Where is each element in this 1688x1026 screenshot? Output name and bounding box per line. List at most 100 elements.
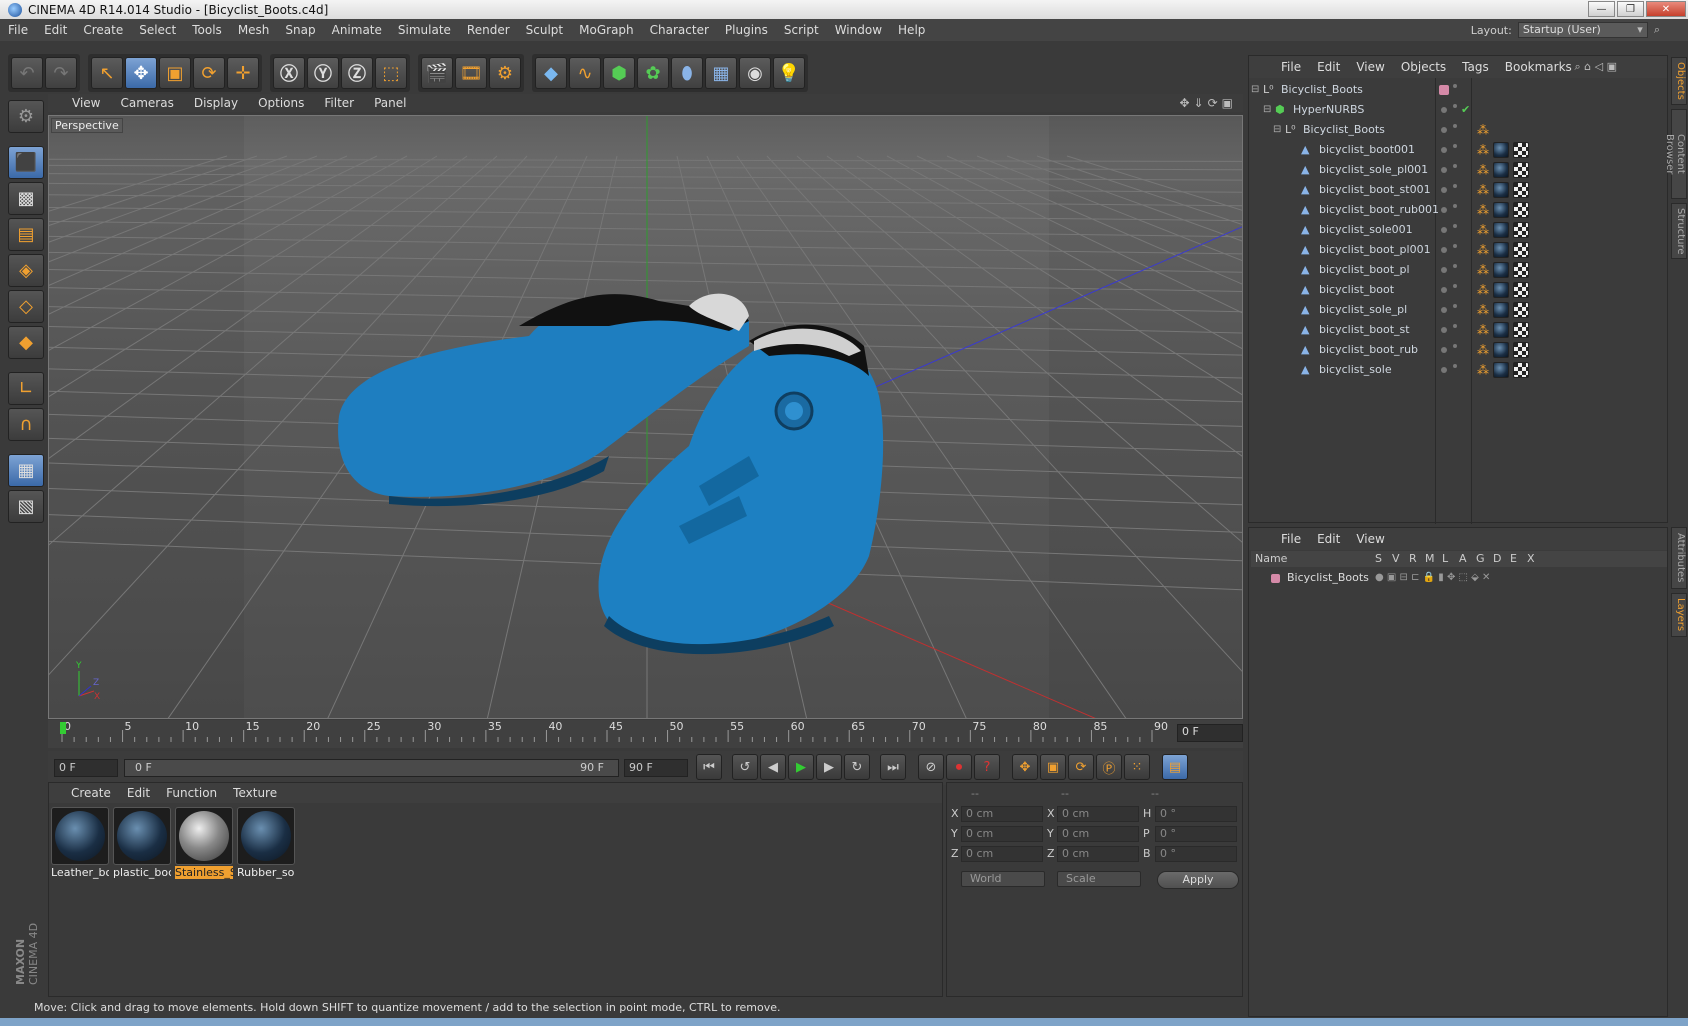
object-row[interactable]: ▲ bicyclist_boot ⁂: [1249, 280, 1667, 300]
object-name[interactable]: bicyclist_sole001: [1319, 220, 1413, 240]
viewport-menu-display[interactable]: Display: [184, 96, 248, 110]
prev-frame-icon[interactable]: ◀: [760, 754, 786, 780]
layer-row[interactable]: Bicyclist_Boots ● ▣ ⊟ ⊏ 🔒 ▮ ✥ ⬚ ⬙ ✕: [1249, 568, 1667, 588]
next-frame-icon[interactable]: ▶: [816, 754, 842, 780]
phong-tag-icon[interactable]: ⁂: [1475, 202, 1491, 218]
editor-visibility-dot[interactable]: [1441, 307, 1447, 313]
phong-tag-icon[interactable]: ⁂: [1475, 342, 1491, 358]
rotate-tool-icon[interactable]: ⟳: [193, 57, 225, 89]
prev-key-icon[interactable]: ↺: [732, 754, 758, 780]
object-name[interactable]: bicyclist_boot_st: [1319, 320, 1410, 340]
apply-button[interactable]: Apply: [1157, 871, 1239, 889]
object-row[interactable]: ⬢ ⊟ HyperNURBS ✔: [1249, 100, 1667, 120]
render-visibility-dot[interactable]: [1453, 304, 1457, 308]
goto-end-icon[interactable]: ⏭: [880, 754, 906, 780]
scale-tool-icon[interactable]: ▣: [159, 57, 191, 89]
end-frame-field[interactable]: 90 F: [624, 759, 688, 777]
phong-tag-icon[interactable]: ⁂: [1475, 182, 1491, 198]
move-tool-icon[interactable]: ✥: [125, 57, 157, 89]
editor-visibility-dot[interactable]: [1441, 207, 1447, 213]
enabled-check-icon[interactable]: ✔: [1461, 100, 1470, 120]
uvw-tag-icon[interactable]: [1513, 282, 1529, 298]
deformer-icon[interactable]: ⬮: [671, 57, 703, 89]
undo-icon[interactable]: ↶: [11, 57, 43, 89]
render-visibility-dot[interactable]: [1453, 204, 1457, 208]
tab-structure[interactable]: Structure: [1671, 203, 1687, 259]
viewport-menu-view[interactable]: View: [62, 96, 110, 110]
object-row[interactable]: ▲ bicyclist_boot_st ⁂: [1249, 320, 1667, 340]
layout-select[interactable]: Startup (User): [1517, 22, 1648, 38]
layer-flags-icons[interactable]: ● ▣ ⊟ ⊏ 🔒 ▮ ✥ ⬚ ⬙ ✕: [1375, 568, 1490, 588]
render-visibility-dot[interactable]: [1453, 124, 1457, 128]
timeline-ruler[interactable]: 0 5 10 15 20 25 30 35 40 45 50 55 60 65 70 75 80 85 90 0 F: [48, 720, 1243, 748]
position-x-field[interactable]: 0 cm: [961, 806, 1043, 822]
objects-menu-bookmarks[interactable]: Bookmarks: [1497, 60, 1580, 74]
object-row[interactable]: ▲ bicyclist_sole_pl ⁂: [1249, 300, 1667, 320]
make-editable-icon[interactable]: ⚙: [8, 100, 44, 133]
editor-visibility-dot[interactable]: [1441, 327, 1447, 333]
menu-create[interactable]: Create: [75, 23, 131, 37]
viewport-menu-options[interactable]: Options: [248, 96, 314, 110]
object-name[interactable]: Bicyclist_Boots: [1303, 120, 1385, 140]
menu-script[interactable]: Script: [776, 23, 827, 37]
menu-window[interactable]: Window: [827, 23, 890, 37]
render-visibility-dot[interactable]: [1453, 224, 1457, 228]
object-name[interactable]: bicyclist_boot_pl001: [1319, 240, 1431, 260]
last-tool-icon[interactable]: ✛: [227, 57, 259, 89]
polygons-mode-icon[interactable]: ◆: [8, 326, 44, 359]
phong-tag-icon[interactable]: ⁂: [1475, 162, 1491, 178]
uvw-tag-icon[interactable]: [1513, 362, 1529, 378]
spline-icon[interactable]: ∿: [569, 57, 601, 89]
material-tag-icon[interactable]: [1493, 302, 1509, 318]
objects-search-icon[interactable]: ⌕ ⌂ ◁ ▣: [1575, 60, 1618, 74]
material-tag-icon[interactable]: [1493, 342, 1509, 358]
material-swatch[interactable]: Leather_bo: [51, 807, 111, 881]
render-visibility-dot[interactable]: [1453, 344, 1457, 348]
material-tag-icon[interactable]: [1493, 142, 1509, 158]
tab-attributes[interactable]: Attributes: [1671, 527, 1687, 589]
editor-visibility-dot[interactable]: [1441, 147, 1447, 153]
position-y-field[interactable]: 0 cm: [961, 826, 1043, 842]
key-pla-icon[interactable]: ⁙: [1124, 754, 1150, 780]
object-row[interactable]: ▲ bicyclist_sole ⁂: [1249, 360, 1667, 380]
menu-help[interactable]: Help: [890, 23, 933, 37]
start-frame-field[interactable]: 0 F: [54, 759, 118, 777]
current-frame-field[interactable]: 0 F: [1177, 724, 1243, 742]
cube-primitive-icon[interactable]: ◆: [535, 57, 567, 89]
phong-tag-icon[interactable]: ⁂: [1475, 222, 1491, 238]
object-row[interactable]: ▲ bicyclist_boot001 ⁂: [1249, 140, 1667, 160]
uvw-tag-icon[interactable]: [1513, 222, 1529, 238]
uvw-tag-icon[interactable]: [1513, 162, 1529, 178]
object-name[interactable]: bicyclist_boot_rub: [1319, 340, 1418, 360]
render-visibility-dot[interactable]: [1453, 324, 1457, 328]
record-keys-icon[interactable]: ⊘: [918, 754, 944, 780]
phong-tag-icon[interactable]: ⁂: [1475, 262, 1491, 278]
material-tag-icon[interactable]: [1493, 242, 1509, 258]
model-mode-icon[interactable]: ⬛: [8, 146, 44, 179]
uvw-tag-icon[interactable]: [1513, 202, 1529, 218]
render-visibility-dot[interactable]: [1453, 84, 1457, 88]
play-icon[interactable]: ▶: [788, 754, 814, 780]
x-axis-lock-icon[interactable]: Ⓧ: [273, 57, 305, 89]
uvw-tag-icon[interactable]: [1513, 262, 1529, 278]
menu-simulate[interactable]: Simulate: [390, 23, 459, 37]
grid-snap-icon[interactable]: ▧: [8, 490, 44, 523]
key-parameter-icon[interactable]: Ⓟ: [1096, 754, 1122, 780]
keyframe-selection-icon[interactable]: ?: [974, 754, 1000, 780]
material-tag-icon[interactable]: [1493, 262, 1509, 278]
y-axis-lock-icon[interactable]: Ⓨ: [307, 57, 339, 89]
render-visibility-dot[interactable]: [1453, 144, 1457, 148]
rotation-b-field[interactable]: 0 °: [1155, 846, 1237, 862]
layers-menu-view[interactable]: View: [1348, 532, 1392, 546]
menu-render[interactable]: Render: [459, 23, 518, 37]
restore-button[interactable]: ❐: [1617, 1, 1644, 17]
object-name[interactable]: bicyclist_boot_rub001: [1319, 200, 1439, 220]
editor-visibility-dot[interactable]: [1441, 167, 1447, 173]
redo-icon[interactable]: ↷: [45, 57, 77, 89]
key-scale-icon[interactable]: ▣: [1040, 754, 1066, 780]
size-z-field[interactable]: 0 cm: [1057, 846, 1139, 862]
object-row[interactable]: ▲ bicyclist_boot_pl001 ⁂: [1249, 240, 1667, 260]
objects-menu-view[interactable]: View: [1348, 60, 1392, 74]
layers-menu-edit[interactable]: Edit: [1309, 532, 1348, 546]
object-row[interactable]: ▲ bicyclist_boot_rub001 ⁂: [1249, 200, 1667, 220]
